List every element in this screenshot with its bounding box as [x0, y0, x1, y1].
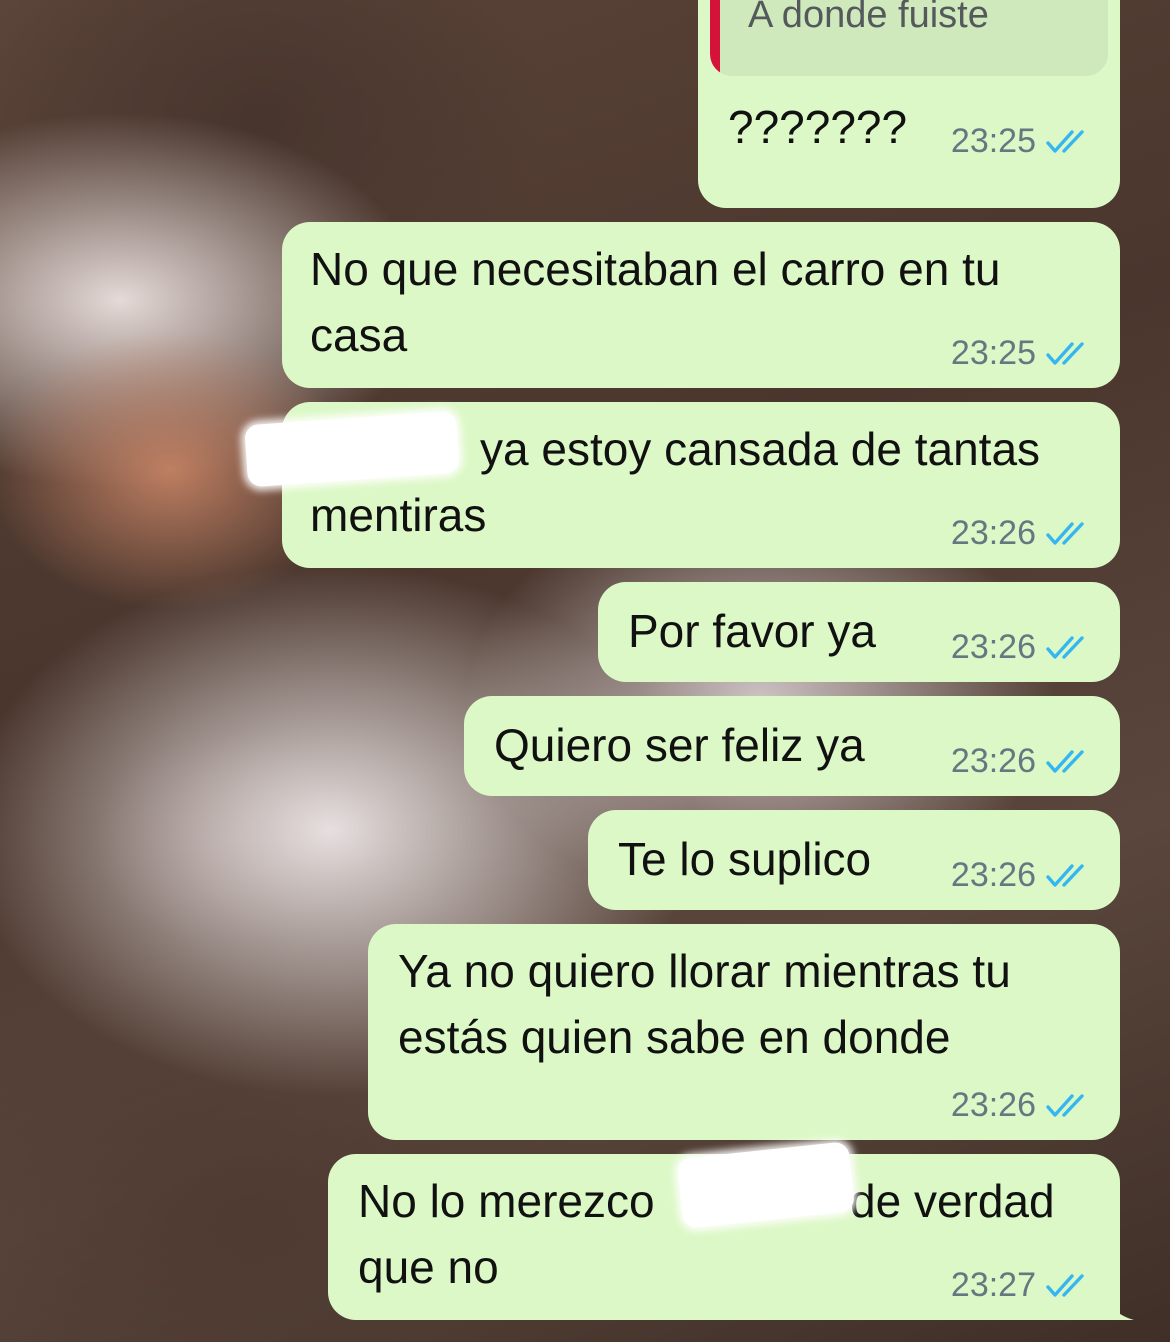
- double-check-icon: [1046, 863, 1084, 887]
- message-text: Te lo suplico: [618, 833, 872, 885]
- message-text: No lo merezco: [358, 1175, 655, 1227]
- message-text-line2: que no: [358, 1241, 499, 1293]
- message-time: 23:26: [950, 856, 1036, 894]
- message-meta: 23:26: [951, 514, 1092, 553]
- message-time: 23:25: [950, 122, 1036, 160]
- quoted-message[interactable]: A donde fuiste: [710, 0, 1108, 76]
- double-check-icon: [1046, 1273, 1084, 1297]
- message-meta: 23:25: [951, 122, 1092, 161]
- message-time: 23:27: [950, 1266, 1036, 1304]
- message-bubble[interactable]: Te lo suplico 23:26: [588, 810, 1120, 910]
- bubble-tail-icon: [1104, 1290, 1134, 1320]
- double-check-icon: [1046, 635, 1084, 659]
- double-check-icon: [1046, 1093, 1084, 1117]
- message-meta: 23:26: [951, 742, 1092, 781]
- double-check-icon: [1046, 129, 1084, 153]
- message-time: 23:26: [950, 742, 1036, 780]
- message-text-end: de verdad: [850, 1175, 1055, 1227]
- message-bubble[interactable]: A donde fuiste ??????? 23:25: [698, 0, 1120, 208]
- message-meta: 23:26: [951, 1086, 1092, 1125]
- message-meta: 23:25: [951, 334, 1092, 373]
- message-meta: 23:27: [951, 1266, 1092, 1305]
- message-bubble[interactable]: Quiero ser feliz ya 23:26: [464, 696, 1120, 796]
- quoted-message-text: A donde fuiste: [748, 0, 989, 36]
- double-check-icon: [1046, 521, 1084, 545]
- message-bubble[interactable]: No que necesitaban el carro en tu casa 2…: [282, 222, 1120, 388]
- message-time: 23:26: [950, 514, 1036, 552]
- message-text: Ya no quiero llorar mientras tu estás qu…: [398, 945, 1011, 1063]
- message-time: 23:26: [950, 628, 1036, 666]
- message-meta: 23:26: [951, 856, 1092, 895]
- message-meta: 23:26: [951, 628, 1092, 667]
- double-check-icon: [1046, 749, 1084, 773]
- message-time: 23:26: [950, 1086, 1036, 1124]
- message-text: Quiero ser feliz ya: [494, 719, 865, 771]
- message-bubble[interactable]: Ya no quiero llorar mientras tu estás qu…: [368, 924, 1120, 1140]
- message-bubble[interactable]: Por favor ya 23:26: [598, 582, 1120, 682]
- double-check-icon: [1046, 341, 1084, 365]
- quote-accent-bar: [710, 0, 720, 76]
- message-time: 23:25: [950, 334, 1036, 372]
- message-text: ???????: [728, 101, 908, 153]
- message-text: No que necesitaban el carro en tu casa: [310, 243, 1001, 361]
- message-text: Por favor ya: [628, 605, 876, 657]
